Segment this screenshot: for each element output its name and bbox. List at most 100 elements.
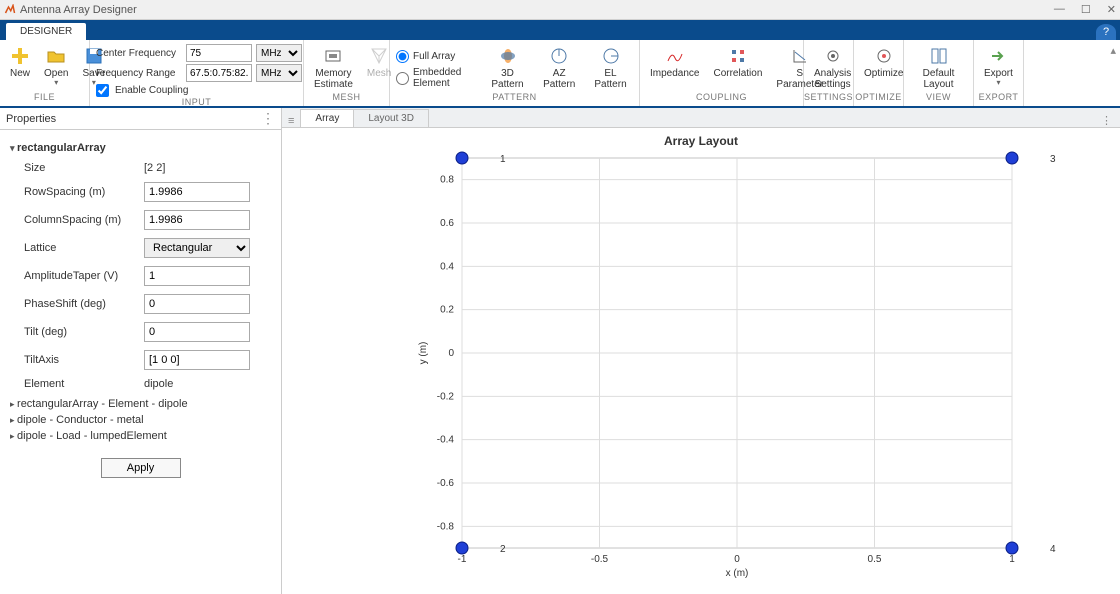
el-pattern-button[interactable]: EL Pattern — [588, 44, 633, 92]
center-freq-input[interactable] — [186, 44, 252, 62]
svg-text:0.4: 0.4 — [440, 261, 454, 272]
svg-text:-0.4: -0.4 — [437, 435, 455, 446]
memory-icon — [323, 46, 343, 66]
apply-button[interactable]: Apply — [101, 458, 181, 478]
amptaper-input[interactable] — [144, 266, 250, 286]
el-pattern-icon — [601, 46, 621, 66]
svg-text:0: 0 — [734, 554, 740, 565]
tabstrip: DESIGNER ? — [0, 20, 1120, 40]
amptaper-label: AmplitudeTaper (V) — [24, 270, 144, 282]
mesh-icon — [369, 46, 389, 66]
svg-text:0.8: 0.8 — [440, 175, 454, 186]
svg-text:0.2: 0.2 — [440, 305, 454, 316]
help-icon[interactable]: ? — [1096, 24, 1116, 40]
center-freq-unit[interactable]: MHz — [256, 44, 302, 62]
tilt-label: Tilt (deg) — [24, 326, 144, 338]
gear-icon — [823, 46, 843, 66]
folder-open-icon — [46, 46, 66, 66]
svg-text:x (m): x (m) — [726, 568, 749, 579]
tab-layout3d[interactable]: Layout 3D — [353, 109, 429, 127]
matlab-logo-icon — [4, 4, 16, 16]
size-value: [2 2] — [144, 162, 271, 174]
mesh-button[interactable]: Mesh — [363, 44, 395, 81]
svg-text:0.5: 0.5 — [868, 554, 882, 565]
freq-range-unit[interactable]: MHz — [256, 64, 302, 82]
lattice-select[interactable]: Rectangular — [144, 238, 250, 258]
svg-text:-0.2: -0.2 — [437, 391, 455, 402]
phaseshift-input[interactable] — [144, 294, 250, 314]
enable-coupling-label: Enable Coupling — [115, 85, 188, 96]
colspacing-input[interactable] — [144, 210, 250, 230]
rowspacing-label: RowSpacing (m) — [24, 186, 144, 198]
colspacing-label: ColumnSpacing (m) — [24, 214, 144, 226]
svg-text:2: 2 — [500, 544, 506, 555]
3d-pattern-button[interactable]: 3D Pattern — [485, 44, 531, 92]
analysis-settings-button[interactable]: Analysis Settings — [810, 44, 855, 92]
enable-coupling-checkbox[interactable] — [96, 84, 109, 97]
titlebar: Antenna Array Designer — ☐ ✕ — [0, 0, 1120, 20]
az-pattern-icon — [549, 46, 569, 66]
open-button[interactable]: Open — [40, 44, 72, 90]
panel-menu-icon[interactable]: ⋮ — [261, 110, 275, 127]
subsection-element-dipole[interactable]: rectangularArray - Element - dipole — [10, 398, 271, 410]
correlation-button[interactable]: Correlation — [709, 44, 766, 81]
canvas-menu-icon[interactable]: ⋮ — [1101, 114, 1112, 127]
freq-range-label: Frequency Range — [96, 68, 182, 79]
svg-text:3: 3 — [1050, 154, 1056, 165]
properties-panel: Properties ⋮ rectangularArray Size[2 2] … — [0, 108, 282, 594]
lattice-label: Lattice — [24, 242, 144, 254]
impedance-button[interactable]: Impedance — [646, 44, 703, 81]
subsection-load-lumped[interactable]: dipole - Load - lumpedElement — [10, 430, 271, 442]
default-layout-button[interactable]: Default Layout — [910, 44, 967, 92]
az-pattern-button[interactable]: AZ Pattern — [536, 44, 582, 92]
size-label: Size — [24, 162, 144, 174]
window-title: Antenna Array Designer — [20, 4, 1054, 16]
svg-text:4: 4 — [1050, 544, 1056, 555]
group-label-mesh: MESH — [304, 92, 389, 106]
group-label-settings: SETTINGS — [804, 92, 853, 106]
layout-icon — [929, 46, 949, 66]
svg-text:0.6: 0.6 — [440, 218, 454, 229]
tiltaxis-input[interactable] — [144, 350, 250, 370]
tab-list-icon[interactable]: ≡ — [288, 115, 294, 127]
rowspacing-input[interactable] — [144, 182, 250, 202]
tab-array[interactable]: Array — [300, 109, 354, 127]
full-array-radio[interactable]: Full Array — [396, 50, 479, 63]
group-label-input: INPUT — [90, 97, 303, 107]
maximize-icon[interactable]: ☐ — [1081, 3, 1091, 16]
svg-text:0: 0 — [448, 348, 454, 359]
group-label-export: EXPORT — [974, 92, 1023, 106]
group-label-coupling: COUPLING — [640, 92, 803, 106]
svg-text:1: 1 — [1009, 554, 1015, 565]
new-button[interactable]: New — [6, 44, 34, 81]
canvas-area: ≡ Array Layout 3D ⋮ Array Layout -1-0.50… — [282, 108, 1120, 594]
freq-range-input[interactable] — [186, 64, 252, 82]
memory-estimate-button[interactable]: Memory Estimate — [310, 44, 357, 92]
collapse-toolstrip-icon[interactable]: ▴ — [1110, 44, 1116, 57]
subsection-conductor-metal[interactable]: dipole - Conductor - metal — [10, 414, 271, 426]
plus-icon — [10, 46, 30, 66]
impedance-icon — [665, 46, 685, 66]
close-icon[interactable]: ✕ — [1107, 3, 1116, 16]
correlation-icon — [728, 46, 748, 66]
center-freq-label: Center Frequency — [96, 48, 182, 59]
toolstrip: New Open Save FILE Center Frequency MHz — [0, 40, 1120, 108]
array-layout-plot: -1-0.500.51-0.8-0.6-0.4-0.200.20.40.60.8… — [312, 148, 1092, 588]
tab-designer[interactable]: DESIGNER — [6, 23, 86, 40]
export-button[interactable]: Export — [980, 44, 1017, 90]
minimize-icon[interactable]: — — [1054, 3, 1065, 16]
phaseshift-label: PhaseShift (deg) — [24, 298, 144, 310]
embedded-element-radio[interactable]: Embedded Element — [396, 67, 479, 89]
tiltaxis-label: TiltAxis — [24, 354, 144, 366]
section-rectangulararray[interactable]: rectangularArray — [10, 142, 271, 154]
tilt-input[interactable] — [144, 322, 250, 342]
svg-text:-0.8: -0.8 — [437, 521, 455, 532]
optimize-icon — [874, 46, 894, 66]
element-value: dipole — [144, 378, 271, 390]
optimize-button[interactable]: Optimize — [860, 44, 907, 81]
group-label-pattern: PATTERN — [390, 92, 639, 106]
svg-text:1: 1 — [500, 154, 506, 165]
properties-title: Properties — [6, 113, 56, 125]
svg-text:-0.6: -0.6 — [437, 478, 455, 489]
svg-text:-1: -1 — [458, 554, 467, 565]
